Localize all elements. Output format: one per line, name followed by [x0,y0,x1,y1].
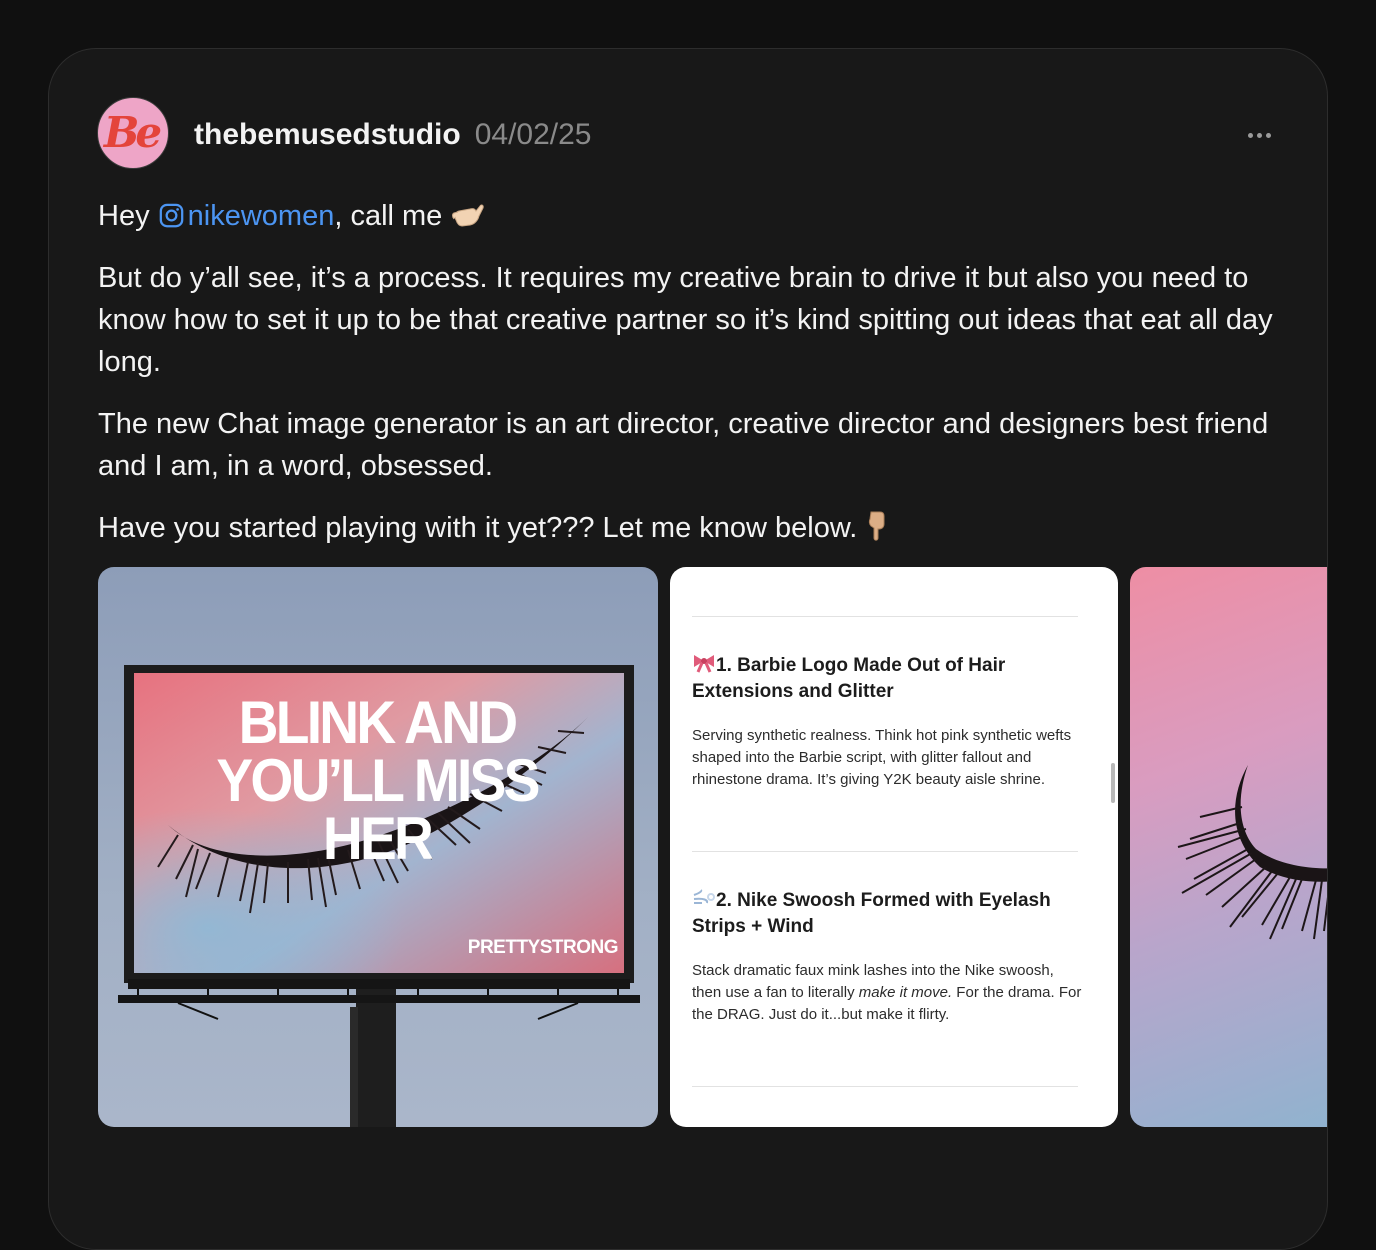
post-date: 04/02/25 [474,118,592,151]
post-card: Be thebemusedstudio 04/02/25 Hey nikewom… [48,48,1328,1250]
avatar[interactable]: Be [97,97,169,169]
idea-2-title: 2. Nike Swoosh Formed with Eyelash Strip… [692,889,1051,937]
call-me-hand-icon [452,204,485,227]
instagram-icon [159,203,183,228]
divider [692,1086,1078,1087]
post-body: Hey nikewomen, call me But do y’all see,… [98,195,1278,569]
idea-1-title: 1. Barbie Logo Made Out of Hair Extensio… [692,655,1006,702]
username[interactable]: thebemusedstudio [194,118,461,152]
more-options-icon[interactable] [1239,121,1279,149]
lash-closeup-image[interactable] [1130,567,1327,1127]
greeting-line: Hey nikewomen, call me [98,195,1278,237]
ideas-document-image[interactable]: 1. Barbie Logo Made Out of Hair Extensio… [670,567,1118,1127]
lash-illustration [1177,765,1327,940]
paragraph-3-text: Have you started playing with it yet??? … [98,512,858,544]
billboard-headline: BLINK AND YOU’LL MISS HER [216,689,540,872]
image-carousel[interactable]: BLINK AND YOU’LL MISS HER PRETTYSTRONG 1… [98,567,1327,1127]
idea-2-body: Stack dramatic faux mink lashes into the… [692,962,1082,1023]
paragraph-2: The new Chat image generator is an art d… [98,408,1269,482]
greeting-suffix: , call me [334,200,443,232]
divider [692,616,1078,617]
divider [692,851,1078,852]
post-header: thebemusedstudio 04/02/25 [194,115,591,155]
paragraph-1: But do y’all see, it’s a process. It req… [98,262,1273,378]
avatar-logo-text: Be [103,107,162,157]
mention-handle: nikewomen [187,200,335,232]
document-scrollbar[interactable] [1111,763,1115,803]
wind-icon [693,889,715,904]
ribbon-icon [694,655,714,673]
mention-link[interactable]: nikewomen [158,200,335,232]
idea-1-body: Serving synthetic realness. Think hot pi… [692,727,1072,788]
paragraph-3: Have you started playing with it yet??? … [98,507,1278,549]
greeting-prefix: Hey [98,200,158,232]
billboard-image[interactable]: BLINK AND YOU’LL MISS HER PRETTYSTRONG [98,567,658,1127]
billboard-brand: PRETTYSTRONG [467,937,619,958]
idea-2-emphasis: make it move. [858,984,953,1001]
pointing-down-icon [869,511,885,541]
